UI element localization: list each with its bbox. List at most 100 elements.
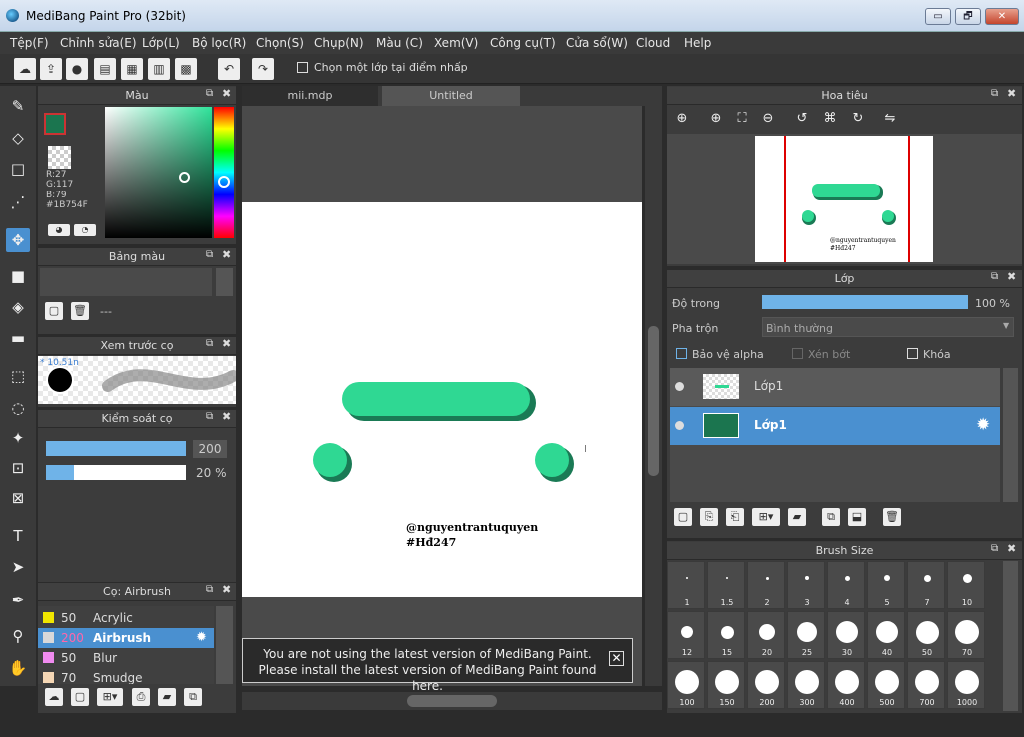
brush-item-blur[interactable]: 50 Blur xyxy=(38,648,214,668)
brush-item-airbrush[interactable]: 200 Airbrush ✹ xyxy=(38,628,214,648)
close-icon[interactable]: ✖ xyxy=(1007,270,1016,283)
float-icon[interactable]: ⧉ xyxy=(991,271,998,282)
menu-help[interactable]: Help xyxy=(684,36,711,50)
select-eraser-icon[interactable]: ⊠ xyxy=(6,486,30,510)
rectangle-tool-icon[interactable]: □ xyxy=(6,157,30,181)
float-icon[interactable]: ⧉ xyxy=(991,543,998,554)
brush-size-cell[interactable]: 20 xyxy=(747,611,785,659)
pen-tool-icon[interactable]: ✒ xyxy=(6,588,30,612)
update-notification[interactable]: You are not using the latest version of … xyxy=(242,638,633,693)
canvas-horizontal-scrollbar[interactable] xyxy=(242,692,662,710)
brush-cloud-icon[interactable]: ☁ xyxy=(45,688,63,706)
brush-size-cell[interactable]: 4 xyxy=(827,561,865,609)
comment-icon[interactable]: ● xyxy=(66,58,88,80)
close-icon[interactable]: ✖ xyxy=(222,87,231,100)
notification-close-button[interactable]: ✕ xyxy=(609,651,624,666)
menu-file[interactable]: Tệp(F) xyxy=(10,36,49,50)
chat-icon[interactable]: ▤ xyxy=(94,58,116,80)
lasso-icon[interactable]: ◌ xyxy=(6,396,30,420)
eraser-tool-icon[interactable]: ◇ xyxy=(6,126,30,150)
palette-select[interactable]: --- xyxy=(100,305,112,318)
cloud-icon[interactable]: ☁ xyxy=(14,58,36,80)
brush-size-cell[interactable]: 7 xyxy=(907,561,945,609)
flip-icon[interactable]: ⇋ xyxy=(880,111,900,126)
brush-item-acrylic[interactable]: 50 Acrylic xyxy=(38,608,214,628)
new-layer-icon[interactable]: ▢ xyxy=(674,508,692,526)
close-icon[interactable]: ✖ xyxy=(222,583,231,596)
brush-size-cell[interactable]: 400 xyxy=(827,661,865,709)
fit-icon[interactable]: ⛶ xyxy=(732,111,752,126)
duplicate-layer-icon[interactable]: ⧉ xyxy=(822,508,840,526)
close-icon[interactable]: ✖ xyxy=(222,248,231,261)
brush-size-cell[interactable]: 40 xyxy=(867,611,905,659)
new-8bit-layer-icon[interactable]: ⎘ xyxy=(700,508,718,526)
zoom-in-plus-icon[interactable]: ⊕ xyxy=(706,111,726,126)
palette-area[interactable] xyxy=(40,268,212,296)
brush-size-cell[interactable]: 1000 xyxy=(947,661,985,709)
new-brush-icon[interactable]: ▢ xyxy=(71,688,89,706)
select-layer-checkbox[interactable] xyxy=(297,62,308,73)
brush-size-cell[interactable]: 200 xyxy=(747,661,785,709)
rotate-right-icon[interactable]: ↻ xyxy=(848,111,868,126)
document-icon[interactable]: ▦ xyxy=(121,58,143,80)
brush-size-cell[interactable]: 1 xyxy=(667,561,705,609)
brush-list-scrollbar[interactable] xyxy=(216,606,233,684)
layer-list-scrollbar[interactable] xyxy=(1003,368,1018,502)
text-tool-icon[interactable]: T xyxy=(6,524,30,548)
zoom-in-icon[interactable]: ⊕ xyxy=(672,111,692,126)
layer-opacity-slider[interactable] xyxy=(762,295,968,309)
gradient-tool-icon[interactable]: ▬ xyxy=(6,326,30,350)
brush-settings-icon[interactable]: ⎙ xyxy=(132,688,150,706)
add-layer-menu-icon[interactable]: ⊞▾ xyxy=(752,508,780,526)
brush-size-cell[interactable]: 500 xyxy=(867,661,905,709)
close-icon[interactable]: ✖ xyxy=(222,337,231,350)
brush-size-scrollbar[interactable] xyxy=(1003,561,1018,711)
edit-grid-icon[interactable]: ▩ xyxy=(175,58,197,80)
menu-view[interactable]: Xem(V) xyxy=(434,36,478,50)
eye-icon[interactable] xyxy=(675,421,684,430)
new-palette-icon[interactable]: ▢ xyxy=(45,302,63,320)
upload-icon[interactable]: ⇪ xyxy=(40,58,62,80)
fill-rect-tool-icon[interactable]: ■ xyxy=(6,264,30,288)
menu-layer[interactable]: Lớp(L) xyxy=(142,36,180,50)
eye-icon[interactable] xyxy=(675,382,684,391)
menu-cloud[interactable]: Cloud xyxy=(636,36,670,50)
tab-mii[interactable]: mii.mdp xyxy=(242,86,378,106)
brush-size-cell[interactable]: 2 xyxy=(747,561,785,609)
add-brush-icon[interactable]: ⊞▾ xyxy=(97,688,123,706)
new-1bit-layer-icon[interactable]: ⎗ xyxy=(726,508,744,526)
close-icon[interactable]: ✖ xyxy=(1007,542,1016,555)
palette-scrollbar[interactable] xyxy=(216,268,233,296)
brush-size-value[interactable]: 200 xyxy=(193,440,227,458)
close-icon[interactable]: ✖ xyxy=(222,410,231,423)
gear-icon[interactable]: ✹ xyxy=(976,415,990,435)
brush-size-cell[interactable]: 100 xyxy=(667,661,705,709)
brush-size-cell[interactable]: 25 xyxy=(787,611,825,659)
redo-icon[interactable]: ↷ xyxy=(252,58,274,80)
rotate-left-icon[interactable]: ↺ xyxy=(792,111,812,126)
eyedrop-small-icon[interactable]: ◔ xyxy=(74,224,96,236)
tab-untitled[interactable]: Untitled xyxy=(382,86,520,106)
merge-layer-icon[interactable]: ⬓ xyxy=(848,508,866,526)
brush-size-cell[interactable]: 15 xyxy=(707,611,745,659)
brush-tool-icon[interactable]: ✎ xyxy=(6,94,30,118)
dot-tool-icon[interactable]: ⋰ xyxy=(6,190,30,214)
float-icon[interactable]: ⧉ xyxy=(206,338,213,349)
eyedropper-icon[interactable]: ⚲ xyxy=(6,624,30,648)
menu-tools[interactable]: Công cụ(T) xyxy=(490,36,556,50)
reset-rotate-icon[interactable]: ⌘ xyxy=(820,111,840,126)
hue-cursor[interactable] xyxy=(218,176,230,188)
brush-opacity-slider[interactable] xyxy=(46,465,186,480)
float-icon[interactable]: ⧉ xyxy=(206,411,213,422)
operation-tool-icon[interactable]: ➤ xyxy=(6,555,30,579)
brush-size-cell[interactable]: 3 xyxy=(787,561,825,609)
float-icon[interactable]: ⧉ xyxy=(206,88,213,99)
background-color[interactable] xyxy=(48,146,71,169)
brush-size-cell[interactable]: 30 xyxy=(827,611,865,659)
undo-icon[interactable]: ↶ xyxy=(218,58,240,80)
brush-size-cell[interactable]: 700 xyxy=(907,661,945,709)
select-pen-icon[interactable]: ⊡ xyxy=(6,456,30,480)
menu-edit[interactable]: Chỉnh sửa(E) xyxy=(60,36,137,50)
protect-alpha-checkbox[interactable] xyxy=(676,348,687,359)
layer-item[interactable]: Lớp1 xyxy=(670,368,1000,406)
